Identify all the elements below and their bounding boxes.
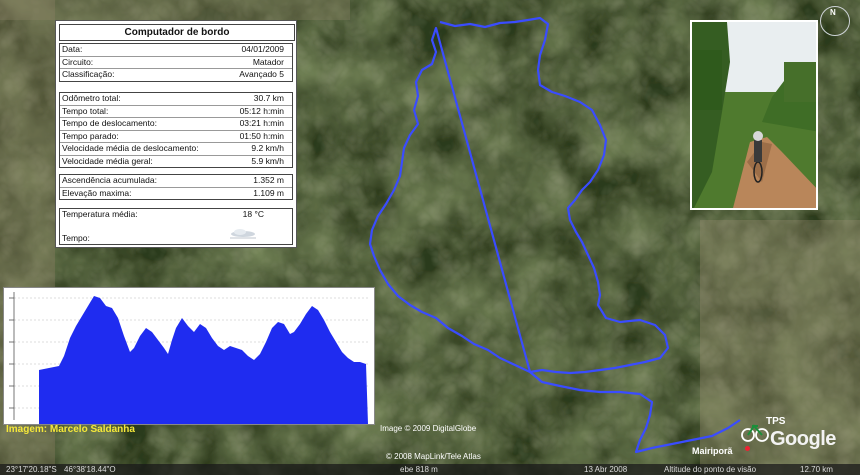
place-marker-icon <box>745 446 750 451</box>
elevation-box: Ascendência acumulada: 1.352 m Elevação m… <box>59 174 293 200</box>
elevation-readout: ebe 818 m <box>400 465 438 474</box>
google-logo: Google <box>770 428 836 450</box>
maplink-credit: © 2008 MapLink/Tele Atlas <box>386 452 481 461</box>
stat-row: Tempo parado: 01:50 h:min <box>60 131 292 143</box>
eye-altitude-label: Altitude do ponto de visão <box>664 465 757 474</box>
panel-title: Computador de bordo <box>59 24 295 41</box>
info-box: Data: 04/01/2009 Circuito: Matador Classif… <box>59 43 293 82</box>
stat-row: Odômetro total: 30.7 km <box>60 93 292 106</box>
photo-credit: Imagem: Marcelo Saldanha <box>6 424 135 435</box>
weather-box: Temperatura média: 18 °C Tempo: <box>59 208 293 245</box>
trail-photo <box>690 20 818 210</box>
weather-label: Tempo: <box>62 233 90 243</box>
stat-row: Tempo total: 05:12 h:min <box>60 106 292 118</box>
elevation-row: Ascendência acumulada: 1.352 m <box>60 175 292 188</box>
weather-cloud-icon <box>230 229 256 239</box>
elevation-profile-fill <box>39 296 368 424</box>
place-label: Mairiporã <box>692 446 733 456</box>
tps-label: TPS <box>766 416 786 427</box>
longitude-readout: 46°38'18.44"O <box>64 465 116 474</box>
imagery-date: 13 Abr 2008 <box>584 465 628 474</box>
elevation-profile-area <box>9 292 369 424</box>
stats-box: Odômetro total: 30.7 km Tempo total: 05:12… <box>59 92 293 168</box>
elevation-profile-chart <box>3 287 375 425</box>
compass-north-icon: N <box>830 8 836 17</box>
stat-row: Velocidade média de deslocamento: 9.2 km/… <box>60 143 292 156</box>
stat-row: Velocidade média geral: 5.9 km/h <box>62 155 284 166</box>
trip-computer-panel: Computador de bordo Data: 04/01/2009 Circ… <box>55 20 297 248</box>
eye-altitude-value: 12.70 km <box>800 465 833 474</box>
info-row: Circuito: Matador <box>60 57 292 69</box>
elevation-row: Elevação maxima: 1.109 m <box>62 187 284 198</box>
digitalglobe-credit: Image © 2009 DigitalGlobe <box>380 424 477 433</box>
info-row: Data: 04/01/2009 <box>60 44 292 57</box>
latitude-readout: 23°17'20.18"S <box>6 465 57 474</box>
info-row: Classificação: Avançado 5 <box>62 69 284 79</box>
temperature-row: Temperatura média: 18 °C <box>62 209 264 219</box>
stat-row: Tempo de deslocamento: 03:21 h:min <box>60 118 292 131</box>
cyclist-photo-image <box>692 22 816 208</box>
